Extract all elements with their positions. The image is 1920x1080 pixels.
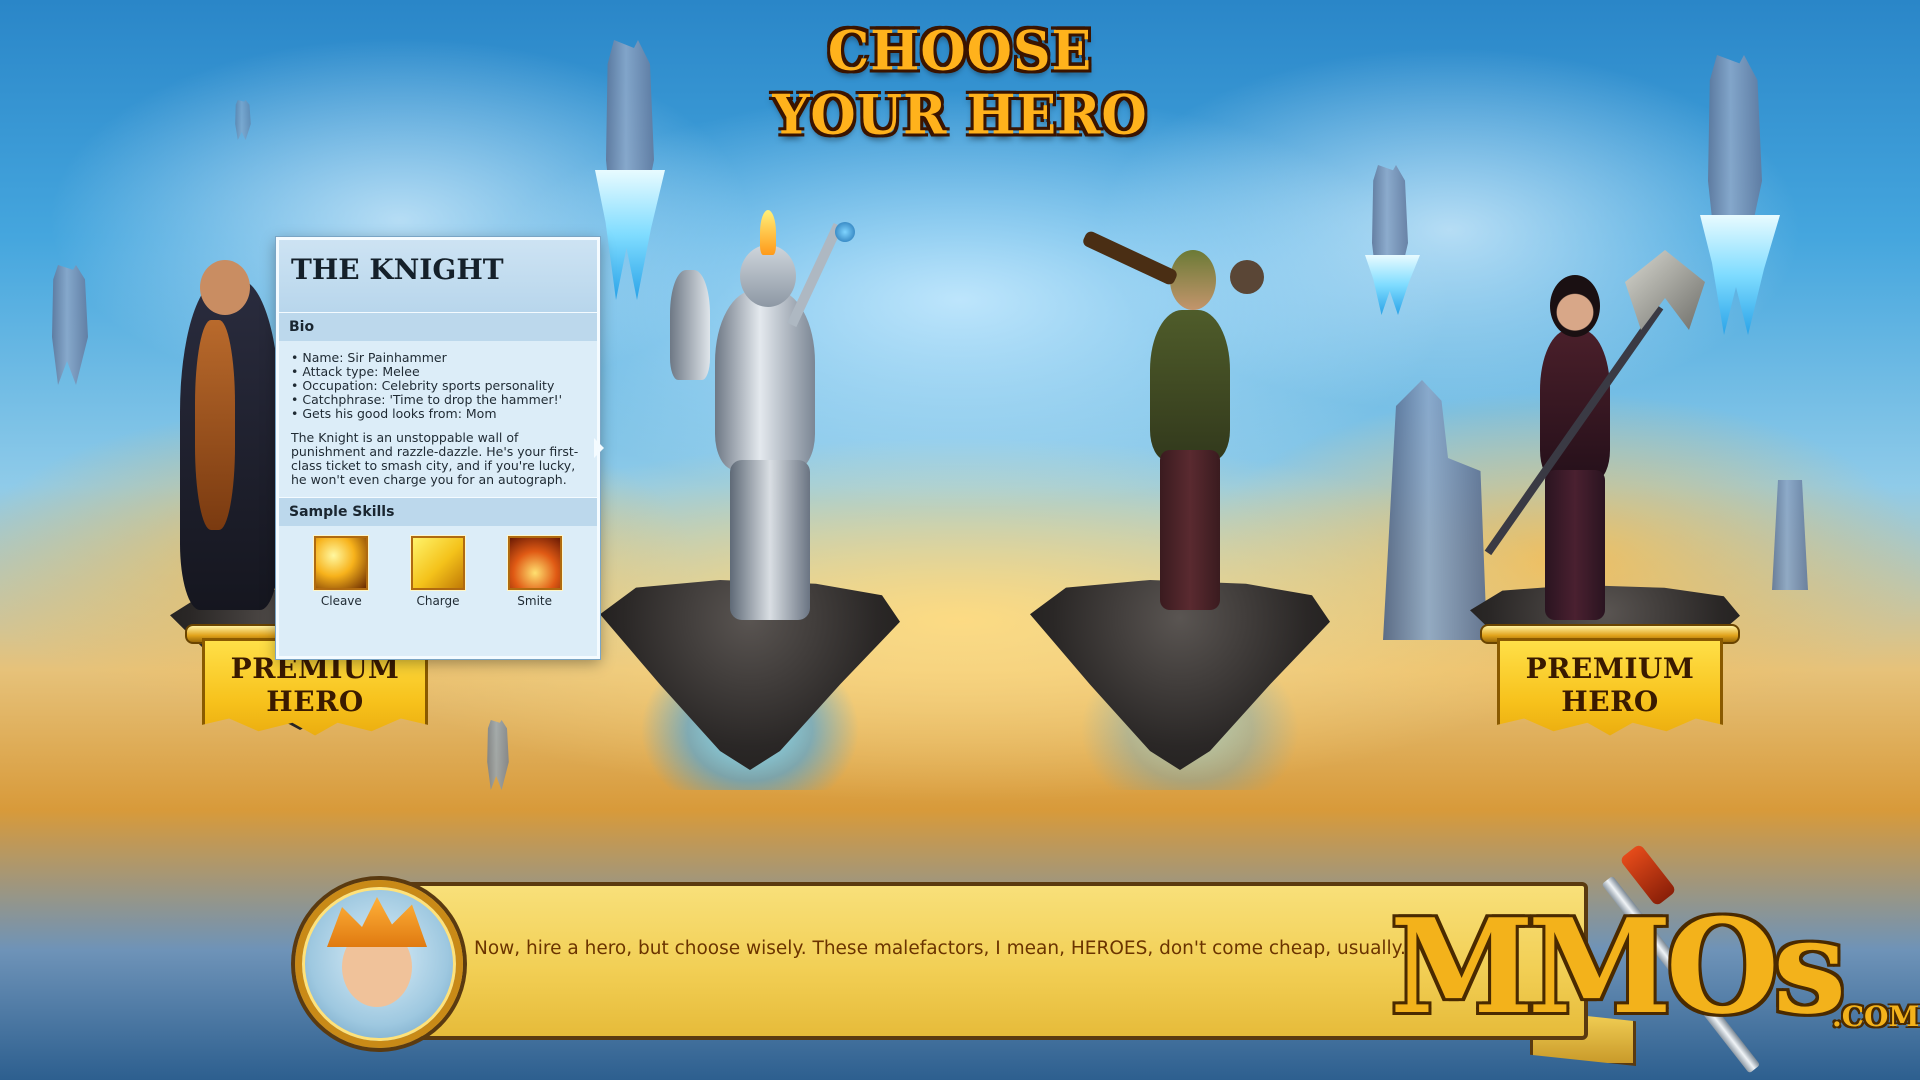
ranger-head <box>1170 250 1216 310</box>
smite-icon <box>507 536 562 590</box>
charge-icon <box>410 536 465 590</box>
wizard-head <box>200 260 250 315</box>
floating-spire <box>487 720 509 790</box>
hero-description: The Knight is an unstoppable wall of pun… <box>291 430 579 487</box>
bio-list: • Name: Sir Painhammer • Attack type: Me… <box>279 341 597 421</box>
premium-hero-badge-right[interactable]: PREMIUM HERO <box>1480 624 1740 736</box>
skill-label: Charge <box>416 594 460 608</box>
narrator-portrait <box>295 880 463 1048</box>
floating-spire <box>235 100 251 140</box>
ranger-body <box>1150 310 1230 460</box>
hero-name-heading: THE KNIGHT <box>279 240 597 312</box>
page-title: CHOOSE YOUR HERO <box>772 18 1148 148</box>
knight-legs <box>730 460 810 620</box>
floating-crystal <box>1365 255 1420 315</box>
sword-gem <box>835 222 855 242</box>
bio-item: • Occupation: Celebrity sports personali… <box>291 378 555 393</box>
hero-rogue[interactable] <box>1460 240 1710 620</box>
hero-info-panel: THE KNIGHT Bio • Name: Sir Painhammer • … <box>276 237 600 659</box>
ranger-crossbow <box>1081 229 1179 287</box>
skill-label: Smite <box>517 594 552 608</box>
hero-knight[interactable] <box>660 200 860 620</box>
bio-heading: Bio <box>279 312 597 341</box>
cleave-icon <box>314 536 369 590</box>
skill-charge[interactable]: Charge <box>407 536 469 608</box>
watermark-logo: MMOs <box>1390 890 1846 1043</box>
skill-label: Cleave <box>320 594 362 608</box>
sample-skills-heading: Sample Skills <box>279 497 597 526</box>
ranger-bird <box>1230 260 1264 294</box>
bio-item: • Gets his good looks from: Mom <box>291 406 497 421</box>
ranger-legs <box>1160 450 1220 610</box>
dialog-text: Now, hire a hero, but choose wisely. The… <box>474 938 1406 959</box>
wizard-beard <box>195 320 235 530</box>
bio-item: • Attack type: Melee <box>291 364 420 379</box>
floating-crystal <box>595 170 665 300</box>
skills-row: Cleave Charge Smite <box>279 526 597 608</box>
skill-cleave[interactable]: Cleave <box>310 536 372 608</box>
rogue-legs <box>1545 470 1605 620</box>
panel-pointer <box>594 438 604 458</box>
bio-item: • Name: Sir Painhammer <box>291 350 447 365</box>
floating-spire <box>52 265 88 385</box>
knight-arm <box>670 270 710 380</box>
hero-ranger[interactable] <box>1080 229 1290 610</box>
premium-hero-label: PREMIUM HERO <box>1525 652 1695 718</box>
premium-hero-label: PREMIUM HERO <box>230 652 400 718</box>
rogue-axe-head <box>1625 250 1705 330</box>
narrator-hair <box>327 897 427 947</box>
bio-item: • Catchphrase: 'Time to drop the hammer!… <box>291 392 563 407</box>
knight-plume <box>760 210 776 255</box>
rogue-head <box>1550 275 1600 337</box>
floating-crystal <box>1700 215 1780 335</box>
watermark-suffix: .COM <box>1832 1000 1920 1033</box>
castle-tower <box>1772 480 1808 590</box>
skill-smite[interactable]: Smite <box>504 536 566 608</box>
